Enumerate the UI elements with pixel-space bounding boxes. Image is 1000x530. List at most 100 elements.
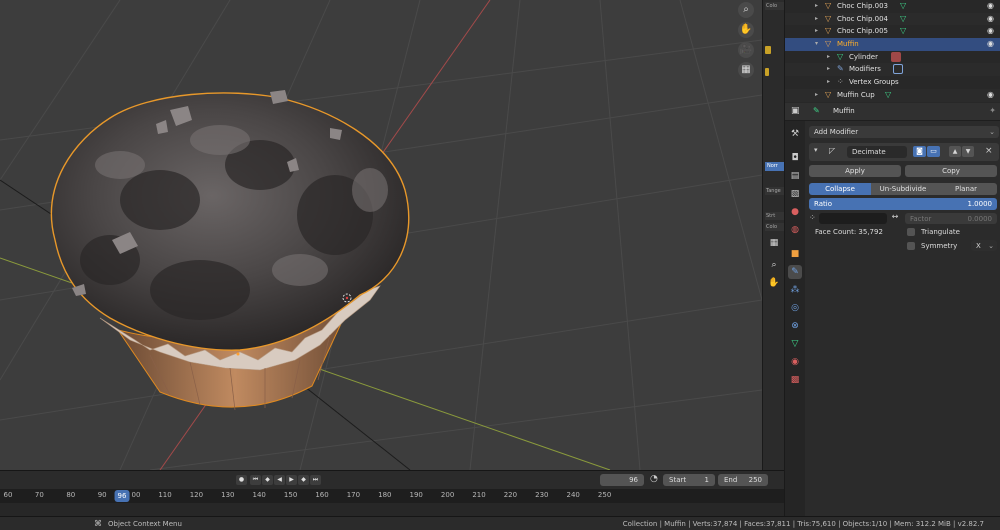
scene-tab-icon[interactable]: ●: [788, 205, 802, 219]
apply-button[interactable]: Apply: [809, 165, 901, 177]
eye-icon[interactable]: ◉: [987, 13, 994, 26]
pan-hand-icon[interactable]: ✋: [767, 276, 781, 290]
zoom-icon[interactable]: ⌕: [767, 258, 781, 272]
add-modifier-dropdown[interactable]: Add Modifier ⌄: [809, 126, 999, 138]
tool-tab-icon[interactable]: ⚒: [788, 127, 802, 141]
record-icon[interactable]: ●: [236, 475, 247, 485]
invert-arrows-icon[interactable]: ↔: [888, 212, 902, 224]
material-tab-icon[interactable]: ◉: [788, 355, 802, 369]
output-tab-icon[interactable]: ▤: [788, 169, 802, 183]
mesh-data-icon[interactable]: ▽: [900, 13, 906, 26]
mesh-data-icon[interactable]: ▽: [900, 25, 906, 38]
pin-icon[interactable]: ✦: [989, 106, 996, 115]
stopwatch-icon[interactable]: ◔: [650, 474, 658, 484]
sidebar-n-panel[interactable]: Colo Norr Tange Strt Colo ▦ ⌕ ✋: [762, 0, 785, 470]
sidebar-tag-strength[interactable]: Strt: [765, 212, 785, 220]
frame-ruler[interactable]: 00 250 240 230 220 210 200 190 180 170 160 150 140 13…: [0, 489, 784, 503]
editor-type-icon[interactable]: ▣: [791, 106, 800, 116]
outliner-row[interactable]: ▸ ✎ Modifiers: [785, 63, 1000, 77]
eye-icon[interactable]: ◉: [987, 25, 994, 38]
eye-icon[interactable]: ◉: [987, 38, 994, 51]
outliner-row[interactable]: ▸ ▽ Choc Chip.005 ▽ ◉: [785, 25, 1000, 38]
color-swatch[interactable]: [765, 46, 771, 54]
timeline[interactable]: ● ⏮ ◆ ◀ ▶ ◆ ⏭ 96 ◔ Start 1 End 250 00 250…: [0, 470, 784, 517]
sidebar-tag-tangent[interactable]: Tange: [765, 187, 785, 195]
expand-arrow-icon[interactable]: ▸: [815, 25, 818, 38]
current-frame-field[interactable]: 96: [600, 474, 644, 486]
playhead[interactable]: 96: [114, 490, 130, 502]
mode-collapse-button[interactable]: Collapse: [809, 183, 871, 195]
physics-tab-icon[interactable]: ◎: [788, 301, 802, 315]
expand-arrow-icon[interactable]: ▸: [827, 51, 830, 64]
modifier-tab-icon[interactable]: ✎: [788, 265, 802, 279]
particles-tab-icon[interactable]: ⁂: [788, 283, 802, 297]
material-icon[interactable]: [891, 51, 901, 62]
jump-start-icon[interactable]: ⏮: [250, 475, 261, 485]
copy-button[interactable]: Copy: [905, 165, 997, 177]
symmetry-checkbox[interactable]: [907, 242, 915, 250]
vertex-group-field[interactable]: [819, 213, 887, 224]
3d-viewport[interactable]: ⌕ ✋ 🎥 ▦: [0, 0, 762, 470]
object-data-tab-icon[interactable]: ▽: [788, 337, 802, 351]
eye-icon[interactable]: ◉: [987, 0, 994, 13]
close-icon[interactable]: ×: [985, 146, 993, 156]
outliner[interactable]: ▸ ▽ Choc Chip.003 ▽ ◉ ▸ ▽ Choc Chip.004 …: [784, 0, 1000, 103]
collapse-arrow-icon[interactable]: ▾: [815, 38, 818, 51]
properties-editor[interactable]: ▣ ✎ Muffin ✦ ⚒ ◘ ▤ ▧ ● ◍ ■ ✎ ⁂ ◎ ⊗ ▽ ◉ ▩…: [784, 103, 1000, 516]
expand-arrow-icon[interactable]: ▸: [827, 63, 830, 76]
object-icon: ▽: [825, 26, 832, 36]
timeline-scrollbar[interactable]: [0, 503, 784, 517]
play-icon[interactable]: ▶: [286, 475, 297, 485]
move-up-icon[interactable]: ▲: [949, 146, 961, 157]
outliner-row[interactable]: ▸ ▽ Muffin Cup ▽ ◉: [785, 88, 1000, 102]
jump-keyframe-forward-icon[interactable]: ◆: [298, 475, 309, 485]
mode-unsubdivide-button[interactable]: Un-Subdivide: [871, 183, 935, 195]
object-tab-icon[interactable]: ■: [788, 247, 802, 261]
sidebar-tag-color[interactable]: Colo: [765, 2, 785, 10]
checker-icon[interactable]: ▦: [767, 236, 781, 250]
show-in-render-icon[interactable]: ◙: [913, 146, 926, 157]
jump-keyframe-back-icon[interactable]: ◆: [262, 475, 273, 485]
outliner-row[interactable]: ▸ ▽ Choc Chip.003 ▽ ◉: [785, 0, 1000, 13]
world-tab-icon[interactable]: ◍: [788, 223, 802, 237]
jump-end-icon[interactable]: ⏭: [310, 475, 321, 485]
grid-perspective-icon[interactable]: ▦: [738, 62, 754, 78]
mesh-data-icon[interactable]: ▽: [900, 0, 906, 13]
constraints-tab-icon[interactable]: ⊗: [788, 319, 802, 333]
sidebar-tag-normal[interactable]: Norr: [765, 162, 785, 171]
expand-arrow-icon[interactable]: ▸: [815, 13, 818, 26]
start-label: Start: [669, 476, 687, 484]
play-reverse-icon[interactable]: ◀: [274, 475, 285, 485]
outliner-row[interactable]: ▸ ⁘ Vertex Groups: [785, 76, 1000, 89]
view-layer-tab-icon[interactable]: ▧: [788, 187, 802, 201]
collapse-arrow-icon[interactable]: ▾: [814, 146, 818, 154]
camera-icon[interactable]: 🎥: [738, 42, 754, 58]
symmetry-axis-value: X: [976, 242, 981, 250]
move-down-icon[interactable]: ▼: [962, 146, 974, 157]
expand-arrow-icon[interactable]: ▸: [815, 89, 818, 102]
triangulate-checkbox[interactable]: [907, 228, 915, 236]
outliner-row-selected[interactable]: ▾ ▽ Muffin ◉: [785, 38, 1000, 51]
modifier-name-field[interactable]: Decimate: [847, 146, 907, 158]
pan-hand-icon[interactable]: ✋: [738, 22, 754, 38]
expand-arrow-icon[interactable]: ▸: [827, 76, 830, 89]
show-in-viewport-icon[interactable]: ▭: [927, 146, 940, 157]
outliner-row[interactable]: ▸ ▽ Cylinder: [785, 51, 1000, 64]
wrench-icon: ✎: [837, 64, 844, 74]
render-tab-icon[interactable]: ◘: [788, 151, 802, 165]
mesh-data-icon[interactable]: ▽: [885, 89, 891, 102]
ratio-slider[interactable]: Ratio 1.0000: [809, 198, 997, 210]
zoom-icon[interactable]: ⌕: [738, 2, 754, 18]
start-frame-field[interactable]: Start 1: [663, 474, 715, 486]
decimate-modifier-icon[interactable]: [893, 64, 903, 75]
texture-tab-icon[interactable]: ▩: [788, 373, 802, 387]
mode-planar-button[interactable]: Planar: [935, 183, 997, 195]
color-swatch[interactable]: [765, 68, 769, 76]
sidebar-tag-color[interactable]: Colo: [765, 223, 785, 231]
eye-icon[interactable]: ◉: [987, 89, 994, 102]
symmetry-axis-dropdown[interactable]: X ⌄: [971, 240, 997, 251]
outliner-row[interactable]: ▸ ▽ Choc Chip.004 ▽ ◉: [785, 12, 1000, 26]
end-frame-field[interactable]: End 250: [718, 474, 768, 486]
factor-value: 0.0000: [967, 215, 993, 223]
expand-arrow-icon[interactable]: ▸: [815, 0, 818, 13]
